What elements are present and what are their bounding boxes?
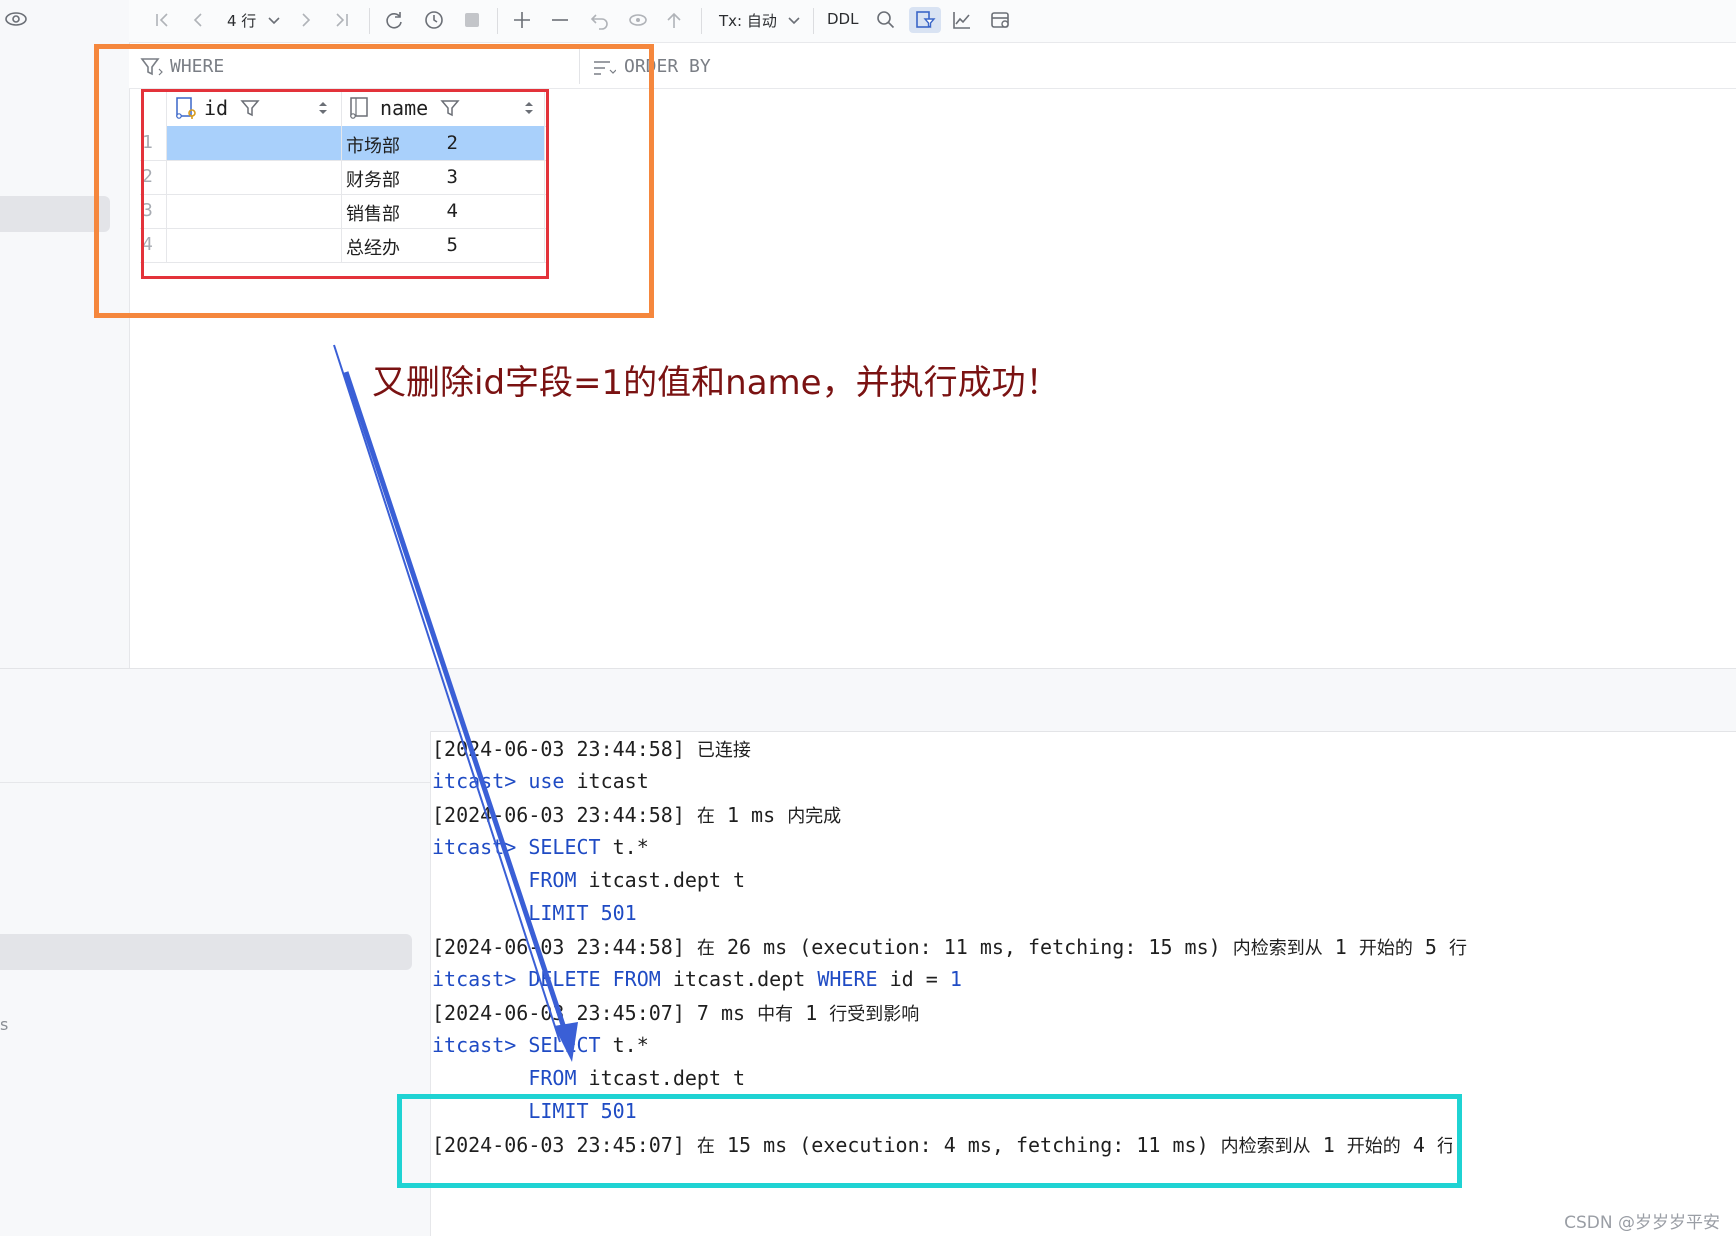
transaction-mode-dropdown[interactable]: Tx: 自动 xyxy=(719,10,777,31)
console-line: [2024-06-03 23:44:58] 已连接 xyxy=(432,737,751,761)
refresh-icon[interactable] xyxy=(381,7,407,33)
annotation-text: 又删除id字段=1的值和name，并执行成功！ xyxy=(372,363,1060,403)
panel-splitter[interactable] xyxy=(0,668,1736,732)
red-highlight-box xyxy=(141,89,549,279)
toolbar-separator xyxy=(369,8,370,34)
console-line: LIMIT 501 xyxy=(528,901,637,925)
previous-page-icon[interactable] xyxy=(185,7,211,33)
console-line: itcast> SELECT t.* xyxy=(432,1033,649,1057)
filter-view-icon[interactable] xyxy=(909,7,941,33)
last-page-icon[interactable] xyxy=(329,7,355,33)
clock-icon[interactable] xyxy=(421,7,447,33)
search-icon[interactable] xyxy=(873,7,899,33)
ddl-button[interactable]: DDL xyxy=(827,10,858,28)
first-page-icon[interactable] xyxy=(149,7,175,33)
next-page-icon[interactable] xyxy=(293,7,319,33)
stop-icon[interactable] xyxy=(459,7,485,33)
preview-changes-icon[interactable] xyxy=(625,7,651,33)
chart-icon[interactable] xyxy=(949,7,975,33)
services-selected-item[interactable] xyxy=(0,934,412,970)
delete-row-icon[interactable] xyxy=(547,7,573,33)
panel-divider xyxy=(0,782,430,783)
chevron-down-icon[interactable] xyxy=(261,7,287,33)
console-line: itcast> SELECT t.* xyxy=(432,835,649,859)
chevron-down-icon[interactable] xyxy=(781,7,807,33)
console-line: itcast> DELETE FROM itcast.dept WHERE id… xyxy=(432,967,962,991)
toolbar-separator xyxy=(813,8,814,34)
view-settings-icon[interactable] xyxy=(987,7,1013,33)
revert-icon[interactable] xyxy=(587,7,613,33)
toolbar-separator xyxy=(497,8,498,34)
console-line: itcast> use itcast xyxy=(432,769,649,793)
eye-icon[interactable] xyxy=(4,10,28,28)
console-line: [2024-06-03 23:44:58] 在 1 ms 内完成 xyxy=(432,803,842,827)
toolbar-separator xyxy=(701,8,702,34)
data-editor-toolbar: 4 行 Tx: 自动 DDL xyxy=(129,0,1736,43)
row-count-dropdown[interactable]: 4 行 xyxy=(227,10,256,31)
watermark: CSDN @岁岁岁平安 xyxy=(1564,1213,1720,1233)
console-line: [2024-06-03 23:44:58] 在 26 ms (execution… xyxy=(432,935,1467,959)
services-panel xyxy=(0,731,431,1236)
cyan-highlight-box xyxy=(397,1094,1462,1188)
console-line: FROM itcast.dept t xyxy=(528,1066,746,1090)
console-line: [2024-06-03 23:45:07] 7 ms 中有 1 行受到影响 xyxy=(432,1001,920,1025)
submit-icon[interactable] xyxy=(661,7,687,33)
add-row-icon[interactable] xyxy=(509,7,535,33)
console-line: FROM itcast.dept t xyxy=(528,868,746,892)
truncated-label: s xyxy=(0,1015,9,1034)
